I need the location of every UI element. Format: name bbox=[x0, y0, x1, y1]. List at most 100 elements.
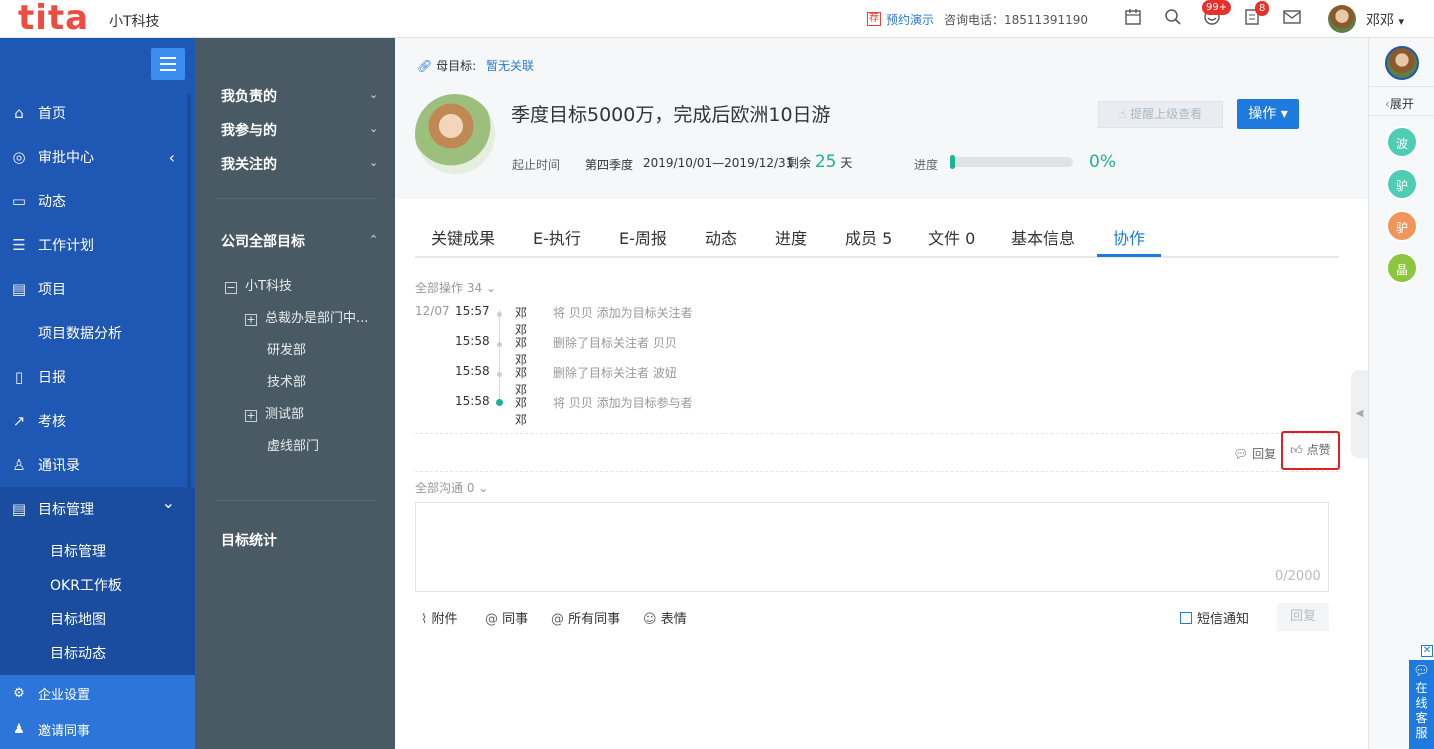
online-service-button[interactable]: 💬︎ 在线客服 bbox=[1409, 660, 1434, 749]
gear-icon: ⚙ bbox=[13, 685, 25, 701]
log-text: 删除了目标关注者 波妞 bbox=[553, 366, 677, 380]
tree-node-test[interactable]: + 测试部 bbox=[245, 403, 304, 422]
filter-my-participated[interactable]: 我参与的 bbox=[221, 120, 277, 140]
recommend-tag: 荐 bbox=[867, 12, 881, 26]
chevron-down-icon[interactable]: ⌄ bbox=[369, 88, 378, 101]
tree-node-dashed[interactable]: 虚线部门 bbox=[267, 435, 319, 454]
sidebar-item-project-analysis[interactable]: 项目数据分析 bbox=[0, 311, 195, 355]
mention-colleague-button[interactable]: @ 同事 bbox=[485, 608, 528, 627]
chevron-down-icon: ⌄ bbox=[485, 281, 497, 295]
parent-goal: 🔗︎ 母目标: 暂无关联 bbox=[417, 57, 534, 74]
invite-colleague-button[interactable]: ♟ 邀请同事 bbox=[0, 711, 195, 747]
tab-members[interactable]: 成员 5 bbox=[845, 225, 892, 258]
emoji-button[interactable]: ☺ 表情 bbox=[643, 608, 687, 627]
all-communication-filter[interactable]: 全部沟通 0 ⌄ bbox=[415, 479, 488, 496]
tree-label: 小T科技 bbox=[245, 279, 292, 294]
submenu-okr-board[interactable]: OKR工作板 bbox=[50, 575, 122, 595]
tree-node-tech[interactable]: 技术部 bbox=[267, 371, 306, 390]
tab-key-results[interactable]: 关键成果 bbox=[431, 225, 495, 258]
close-icon[interactable]: ✕ bbox=[1421, 645, 1433, 657]
tab-files[interactable]: 文件 0 bbox=[928, 225, 975, 258]
member-avatar[interactable]: 驴 bbox=[1386, 210, 1418, 242]
log-date: 12/07 bbox=[415, 304, 450, 318]
tab-basic-info[interactable]: 基本信息 bbox=[1011, 225, 1075, 258]
sidebar-item-work-plan[interactable]: ☰ 工作计划 bbox=[0, 223, 195, 267]
sidebar-item-contacts[interactable]: ♙ 通讯录 bbox=[0, 443, 195, 487]
filter-my-responsible[interactable]: 我负责的 bbox=[221, 86, 277, 106]
sidebar-item-feed[interactable]: ▭ 动态 bbox=[0, 179, 195, 223]
member-avatar[interactable]: 驴 bbox=[1386, 168, 1418, 200]
mail-icon[interactable] bbox=[1281, 8, 1303, 30]
checkbox[interactable] bbox=[1180, 612, 1192, 624]
parent-goal-link[interactable]: 暂无关联 bbox=[486, 59, 534, 73]
goal-owner-avatar[interactable] bbox=[415, 94, 495, 174]
search-icon[interactable] bbox=[1162, 8, 1184, 30]
tab-execution[interactable]: E-执行 bbox=[533, 225, 581, 258]
sidebar-item-project[interactable]: ▤ 项目 bbox=[0, 267, 195, 311]
filter-my-followed[interactable]: 我关注的 bbox=[221, 154, 277, 174]
like-button[interactable]: 👍︎ 点赞 bbox=[1281, 431, 1340, 470]
operation-button[interactable]: 操作 ▾ bbox=[1237, 99, 1299, 129]
hamburger-menu-button[interactable] bbox=[151, 48, 185, 80]
sidebar-item-daily[interactable]: ▯ 日报 bbox=[0, 355, 195, 399]
sidebar-item-home[interactable]: ⌂ 首页 bbox=[0, 91, 195, 135]
log-time: 15:58 bbox=[455, 334, 490, 348]
log-user[interactable]: 邓邓 bbox=[515, 334, 527, 368]
log-user[interactable]: 邓邓 bbox=[515, 394, 527, 428]
tree-node-ceo-office[interactable]: + 总裁办是部门中... bbox=[245, 307, 368, 326]
submit-reply-button[interactable]: 回复 bbox=[1277, 603, 1329, 631]
sidebar-item-approval[interactable]: ◎ 审批中心 ‹ bbox=[0, 135, 195, 179]
all-operations-filter[interactable]: 全部操作 34 ⌄ bbox=[415, 279, 496, 296]
tree-node-company[interactable]: − 小T科技 bbox=[225, 275, 292, 294]
user-menu[interactable]: 邓邓 ▾ bbox=[1366, 10, 1404, 30]
comment-textarea[interactable] bbox=[415, 502, 1329, 592]
remain-label: 剩余 bbox=[787, 156, 812, 170]
expand-button[interactable]: ‹展开 bbox=[1385, 95, 1414, 112]
mention-all-button[interactable]: @ 所有同事 bbox=[551, 608, 620, 627]
goal-statistics[interactable]: 目标统计 bbox=[221, 530, 277, 550]
tab-progress[interactable]: 进度 bbox=[775, 225, 807, 258]
date-range: 2019/10/01—2019/12/31 bbox=[643, 156, 794, 170]
sms-notify-checkbox[interactable]: 短信通知 bbox=[1180, 608, 1249, 627]
goal-title[interactable]: 季度目标5000万，完成后欧洲10日游 bbox=[511, 100, 831, 127]
remind-superior-button[interactable]: ☝︎ 提醒上级查看 bbox=[1098, 101, 1223, 128]
member-avatar[interactable]: 晶 bbox=[1386, 252, 1418, 284]
sidebar-item-assess[interactable]: ↗ 考核 bbox=[0, 399, 195, 443]
home-icon: ⌂ bbox=[14, 104, 24, 122]
chevron-down-icon[interactable]: ⌄ bbox=[369, 122, 378, 135]
tree-node-rd[interactable]: 研发部 bbox=[267, 339, 306, 358]
member-avatar[interactable]: 波 bbox=[1386, 126, 1418, 158]
company-name[interactable]: 小T科技 bbox=[109, 11, 160, 31]
submenu-goal-management[interactable]: 目标管理 bbox=[50, 541, 106, 561]
log-user[interactable]: 邓邓 bbox=[515, 304, 527, 338]
chevron-down-icon[interactable]: ⌄ bbox=[369, 156, 378, 169]
book-demo-link[interactable]: 预约演示 bbox=[886, 11, 934, 28]
tab-weekly-report[interactable]: E-周报 bbox=[619, 225, 667, 258]
expand-icon[interactable]: + bbox=[245, 410, 257, 422]
divider bbox=[1369, 115, 1434, 116]
reply-button[interactable]: 💬︎ 回复 bbox=[1233, 445, 1276, 462]
collapse-icon[interactable]: − bbox=[225, 282, 237, 294]
project-icon: ▤ bbox=[11, 280, 27, 298]
all-company-goals[interactable]: 公司全部目标 bbox=[221, 231, 305, 251]
sidebar-item-goals[interactable]: ▤ 目标管理 ⌄ bbox=[0, 487, 195, 531]
calendar-icon[interactable] bbox=[1122, 8, 1144, 30]
log-user[interactable]: 邓邓 bbox=[515, 364, 527, 398]
rail-toggle-handle[interactable]: ◀ bbox=[1351, 370, 1368, 458]
submenu-goal-map[interactable]: 目标地图 bbox=[50, 609, 106, 629]
sidebar-item-label: 考核 bbox=[38, 414, 66, 430]
owner-avatar[interactable] bbox=[1385, 46, 1419, 80]
enterprise-settings-button[interactable]: ⚙ 企业设置 bbox=[0, 675, 195, 711]
divider bbox=[415, 433, 1339, 434]
tita-logo[interactable]: tita bbox=[18, 0, 89, 38]
smile-icon: ☺ bbox=[643, 612, 657, 627]
chevron-up-icon[interactable]: ⌃ bbox=[369, 233, 378, 246]
goal-detail: 🔗︎ 母目标: 暂无关联 季度目标5000万，完成后欧洲10日游 ☝︎ 提醒上级… bbox=[395, 38, 1368, 749]
submenu-goal-feed[interactable]: 目标动态 bbox=[50, 643, 106, 663]
tab-feed[interactable]: 动态 bbox=[705, 225, 737, 258]
user-avatar[interactable] bbox=[1328, 5, 1356, 33]
thumbs-up-icon: 👍︎ bbox=[1290, 443, 1303, 457]
attachment-button[interactable]: ⌇ 附件 bbox=[421, 608, 458, 627]
time-label: 起止时间 bbox=[512, 158, 561, 172]
expand-icon[interactable]: + bbox=[245, 314, 257, 326]
